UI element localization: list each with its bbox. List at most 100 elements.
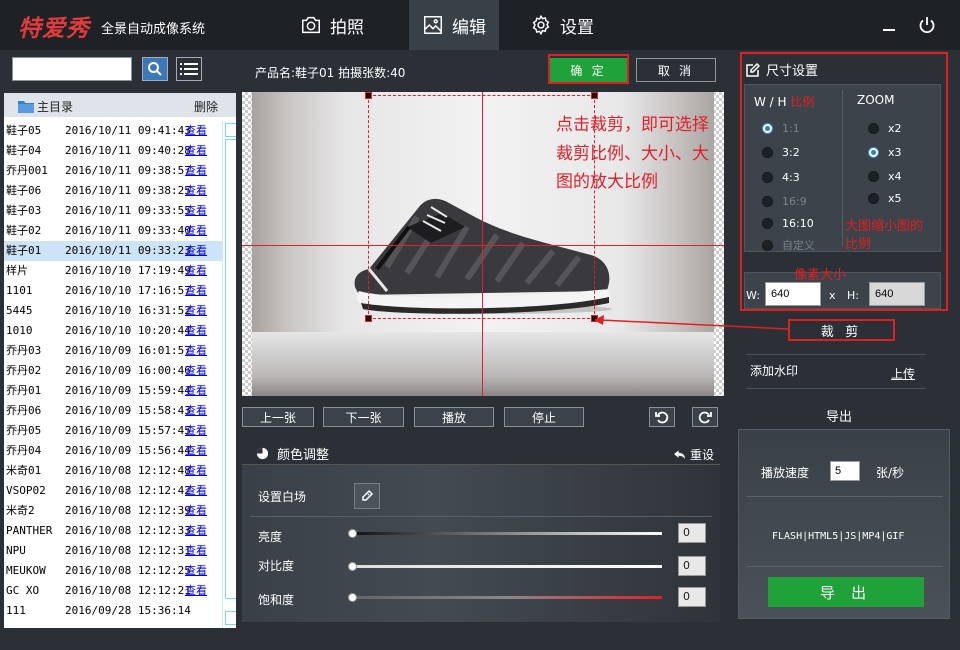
upload-button[interactable]: 上传 xyxy=(891,365,915,382)
prev-button[interactable]: 上一张 xyxy=(242,407,314,427)
view-link[interactable]: 查看 xyxy=(185,161,207,181)
view-link[interactable]: 查看 xyxy=(185,401,207,421)
list-item[interactable]: 1010 2016/10/10 10:20:44 查看 xyxy=(4,321,222,341)
ratio-option[interactable]: 1:1 xyxy=(762,122,800,135)
view-link[interactable]: 查看 xyxy=(185,381,207,401)
list-item[interactable]: 5445 2016/10/10 16:31:52 查看 xyxy=(4,301,222,321)
zoom-option[interactable]: x3 xyxy=(868,146,902,159)
list-item[interactable]: 鞋子03 2016/10/11 09:33:55 查看 xyxy=(4,201,222,221)
brightness-slider[interactable] xyxy=(348,529,662,538)
scrollbar-thumb[interactable] xyxy=(225,139,236,599)
list-item[interactable]: 乔丹05 2016/10/09 15:57:45 查看 xyxy=(4,421,222,441)
view-link[interactable]: 查看 xyxy=(185,581,207,601)
list-item[interactable]: VSOP02 2016/10/08 12:12:42 查看 xyxy=(4,481,222,501)
list-item[interactable]: 乔丹01 2016/10/09 15:59:44 查看 xyxy=(4,381,222,401)
list-item[interactable]: 乔丹02 2016/10/09 16:00:46 查看 xyxy=(4,361,222,381)
view-link[interactable]: 查看 xyxy=(185,301,207,321)
crop-handle-bl[interactable] xyxy=(365,315,372,322)
view-link[interactable]: 查看 xyxy=(185,541,207,561)
list-item[interactable]: 米奇2 2016/10/08 12:12:39 查看 xyxy=(4,501,222,521)
view-link[interactable]: 查看 xyxy=(185,421,207,441)
list-item[interactable]: 乔丹001 2016/10/11 09:38:57 查看 xyxy=(4,161,222,181)
tab-edit[interactable]: 编辑 xyxy=(409,0,499,50)
saturation-slider[interactable] xyxy=(348,593,662,602)
list-view-button[interactable] xyxy=(176,57,202,81)
search-input[interactable] xyxy=(12,57,132,81)
view-link[interactable]: 查看 xyxy=(185,201,207,221)
zoom-option[interactable]: x4 xyxy=(868,170,902,183)
confirm-button[interactable]: 确 定 xyxy=(550,58,627,82)
view-link[interactable]: 查看 xyxy=(185,121,207,141)
ratio-option[interactable]: 自定义 xyxy=(762,237,815,253)
list-item[interactable]: 鞋子02 2016/10/11 09:33:40 查看 xyxy=(4,221,222,241)
power-button[interactable] xyxy=(917,15,937,35)
list-item[interactable]: 乔丹03 2016/10/09 16:01:57 查看 xyxy=(4,341,222,361)
view-link[interactable]: 查看 xyxy=(185,321,207,341)
list-item[interactable]: 样片 2016/10/10 17:19:49 查看 xyxy=(4,261,222,281)
stop-button[interactable]: 停止 xyxy=(504,407,584,427)
view-link[interactable]: 查看 xyxy=(185,481,207,501)
view-link[interactable]: 查看 xyxy=(185,241,207,261)
crop-button[interactable]: 裁 剪 xyxy=(788,319,895,341)
ratio-option[interactable]: 4:3 xyxy=(762,171,800,184)
view-link[interactable]: 查看 xyxy=(185,361,207,381)
root-folder-button[interactable]: 主目录 xyxy=(18,98,73,115)
crop-handle-tl[interactable] xyxy=(365,92,372,99)
list-item[interactable]: 乔丹04 2016/10/09 15:56:44 查看 xyxy=(4,441,222,461)
rotate-left-button[interactable] xyxy=(649,407,675,427)
zoom-option[interactable]: x2 xyxy=(868,122,902,135)
list-item[interactable]: 鞋子05 2016/10/11 09:41:43 查看 xyxy=(4,121,222,141)
contrast-slider[interactable] xyxy=(348,562,662,571)
crop-handle-tr[interactable] xyxy=(591,92,598,99)
width-input[interactable] xyxy=(765,282,821,306)
ratio-option[interactable]: 16:10 xyxy=(762,217,814,230)
view-link[interactable]: 查看 xyxy=(185,561,207,581)
minimize-button[interactable] xyxy=(880,15,900,35)
saturation-knob[interactable] xyxy=(348,593,357,602)
view-link[interactable]: 查看 xyxy=(185,441,207,461)
next-button[interactable]: 下一张 xyxy=(323,407,404,427)
contrast-knob[interactable] xyxy=(348,562,357,571)
search-button[interactable] xyxy=(142,57,168,81)
view-link[interactable]: 查看 xyxy=(185,181,207,201)
zoom-option[interactable]: x5 xyxy=(868,192,902,205)
view-link[interactable]: 查看 xyxy=(185,501,207,521)
view-link[interactable]: 查看 xyxy=(185,141,207,161)
rotate-right-button[interactable] xyxy=(692,407,718,427)
tab-settings[interactable]: 设置 xyxy=(530,0,620,50)
brightness-knob[interactable] xyxy=(348,529,357,538)
list-item[interactable]: GC XO 2016/10/08 12:12:21 查看 xyxy=(4,581,222,601)
view-link[interactable]: 查看 xyxy=(185,521,207,541)
height-input[interactable] xyxy=(869,282,925,306)
list-item[interactable]: 1101 2016/10/10 17:16:57 查看 xyxy=(4,281,222,301)
tab-camera[interactable]: 拍照 xyxy=(296,0,386,50)
list-item[interactable]: 鞋子04 2016/10/11 09:40:28 查看 xyxy=(4,141,222,161)
list-item[interactable]: NPU 2016/10/08 12:12:31 查看 xyxy=(4,541,222,561)
list-item[interactable]: 鞋子06 2016/10/11 09:38:25 查看 xyxy=(4,181,222,201)
speed-input[interactable] xyxy=(830,461,860,481)
play-button[interactable]: 播放 xyxy=(414,407,494,427)
ratio-option[interactable]: 3:2 xyxy=(762,146,800,159)
view-link[interactable]: 查看 xyxy=(185,281,207,301)
reset-button[interactable]: 重设 xyxy=(674,446,714,463)
white-balance-button[interactable] xyxy=(354,483,380,509)
contrast-value[interactable]: 0 xyxy=(678,556,706,576)
scroll-up-button[interactable] xyxy=(225,123,236,137)
view-link[interactable]: 查看 xyxy=(185,341,207,361)
view-link[interactable]: 查看 xyxy=(185,261,207,281)
export-button[interactable]: 导 出 xyxy=(768,577,924,607)
list-item[interactable]: MEUKOW 2016/10/08 12:12:25 查看 xyxy=(4,561,222,581)
file-list-scrollbar[interactable] xyxy=(222,121,236,628)
view-link[interactable]: 查看 xyxy=(185,461,207,481)
list-item[interactable]: 乔丹06 2016/10/09 15:58:43 查看 xyxy=(4,401,222,421)
list-item[interactable]: 米奇01 2016/10/08 12:12:48 查看 xyxy=(4,461,222,481)
brightness-value[interactable]: 0 xyxy=(678,523,706,543)
ratio-option[interactable]: 16:9 xyxy=(762,195,807,208)
cancel-button[interactable]: 取 消 xyxy=(636,58,716,82)
view-link[interactable]: 查看 xyxy=(185,221,207,241)
list-item[interactable]: 鞋子01 2016/10/11 09:33:23 查看 xyxy=(4,241,222,261)
delete-button[interactable]: 删除 xyxy=(194,98,218,115)
list-item[interactable]: PANTHER 2016/10/08 12:12:33 查看 xyxy=(4,521,222,541)
scroll-down-button[interactable] xyxy=(225,611,236,625)
saturation-value[interactable]: 0 xyxy=(678,587,706,607)
